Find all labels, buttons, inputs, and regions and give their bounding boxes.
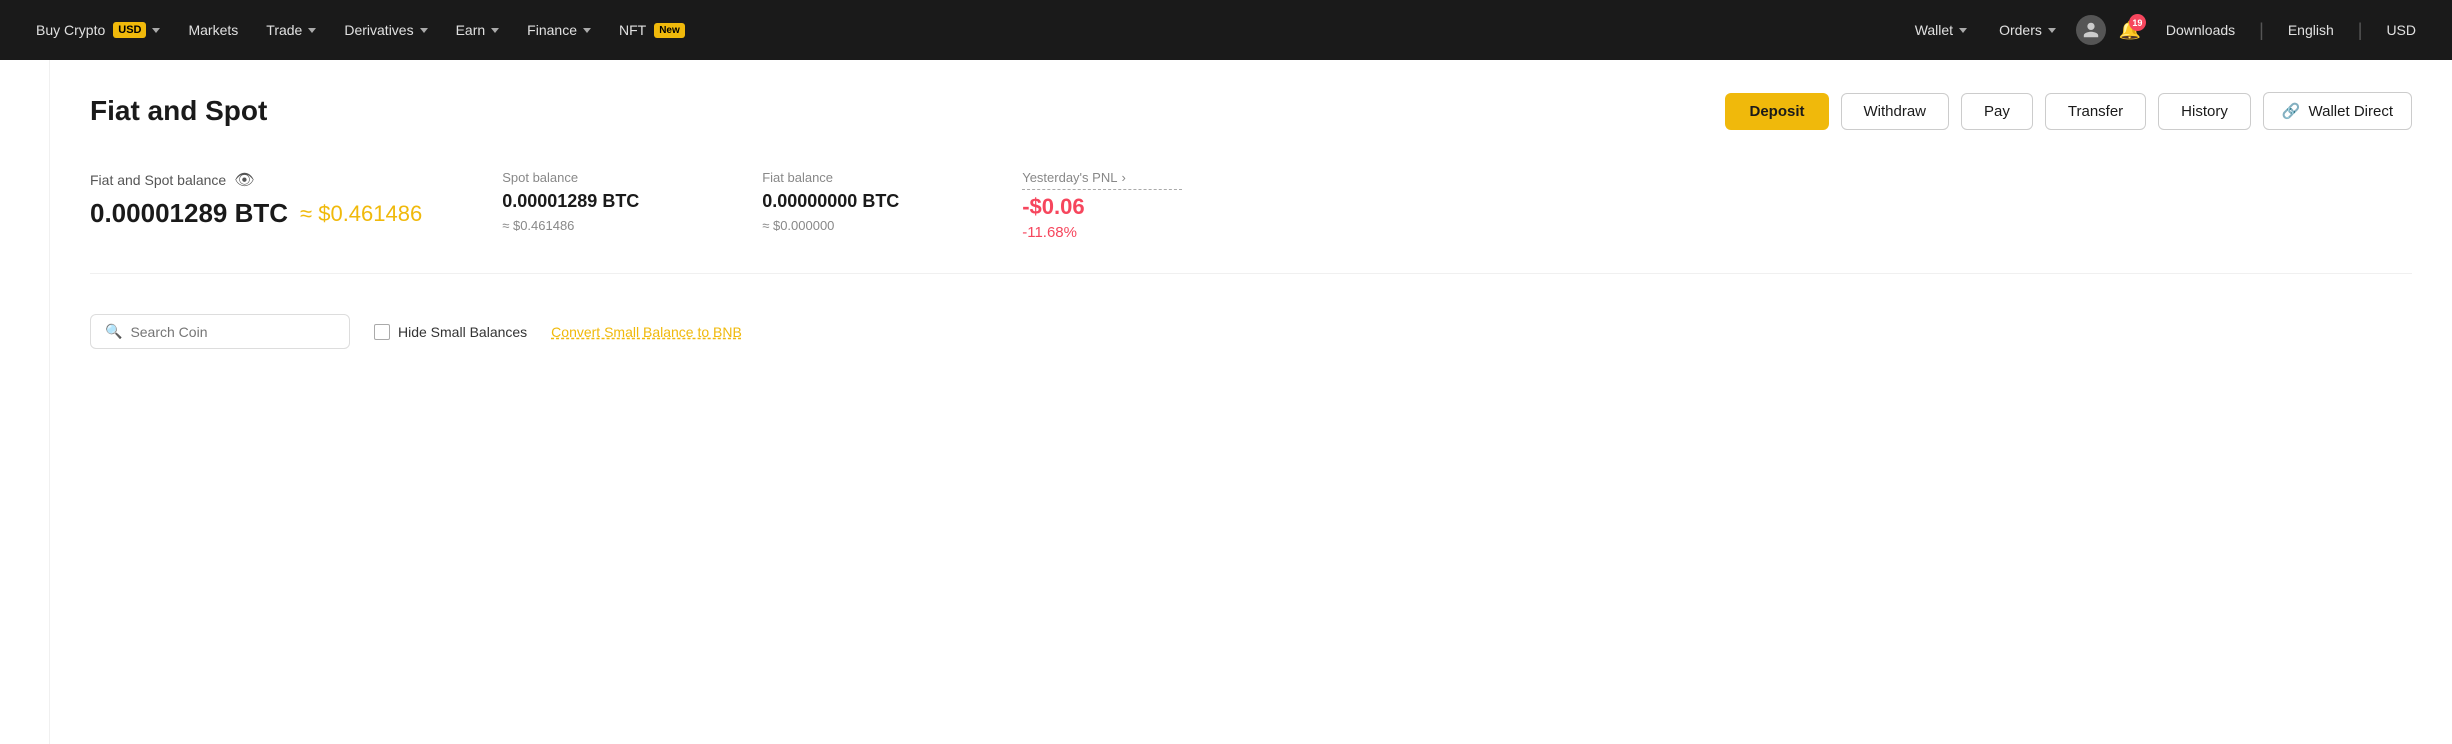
wallet-direct-button[interactable]: 🔗 Wallet Direct xyxy=(2263,92,2412,130)
nav-item-downloads[interactable]: Downloads xyxy=(2154,14,2247,46)
withdraw-button[interactable]: Withdraw xyxy=(1841,93,1950,130)
earn-chevron-icon xyxy=(491,28,499,33)
nav-left: Buy Crypto USD Markets Trade Derivatives… xyxy=(24,14,1903,46)
pnl-percent: -11.68% xyxy=(1022,224,1182,241)
user-avatar[interactable] xyxy=(2076,15,2106,45)
pnl-value: -$0.06 xyxy=(1022,194,1182,220)
content-wrap: Fiat and Spot Deposit Withdraw Pay Trans… xyxy=(0,60,2452,744)
nav-label-trade: Trade xyxy=(266,22,302,38)
nav-label-buy-crypto: Buy Crypto xyxy=(36,22,105,38)
main-content: Fiat and Spot Deposit Withdraw Pay Trans… xyxy=(50,60,2452,744)
wallet-direct-label: Wallet Direct xyxy=(2309,103,2393,120)
search-icon: 🔍 xyxy=(105,323,122,340)
nav-item-derivatives[interactable]: Derivatives xyxy=(332,14,439,46)
balance-amount: 0.00001289 BTC ≈ $0.461486 xyxy=(90,198,422,229)
balance-usd: ≈ $0.461486 xyxy=(300,201,422,227)
buy-crypto-chevron-icon xyxy=(152,28,160,33)
pnl-section: Yesterday's PNL › -$0.06 -11.68% xyxy=(1022,170,1182,241)
nav-divider: | xyxy=(2255,20,2268,41)
nav-label-earn: Earn xyxy=(456,22,486,38)
balance-section: Fiat and Spot balance 👁 0.00001289 BTC ≈… xyxy=(90,170,2412,274)
hide-small-balances[interactable]: Hide Small Balances xyxy=(374,324,527,340)
derivatives-chevron-icon xyxy=(420,28,428,33)
history-button[interactable]: History xyxy=(2158,93,2251,130)
balance-label-text: Fiat and Spot balance xyxy=(90,172,226,188)
nav-item-language[interactable]: English xyxy=(2276,14,2346,46)
notification-bell[interactable]: 🔔 19 xyxy=(2114,14,2146,46)
wallet-chevron-icon xyxy=(1959,28,1967,33)
action-buttons: Deposit Withdraw Pay Transfer History 🔗 … xyxy=(1725,92,2412,130)
usd-badge: USD xyxy=(113,22,146,38)
language-label: English xyxy=(2288,22,2334,38)
hide-small-checkbox[interactable] xyxy=(374,324,390,340)
total-balance: Fiat and Spot balance 👁 0.00001289 BTC ≈… xyxy=(90,170,422,229)
wallet-direct-icon: 🔗 xyxy=(2282,102,2301,120)
balance-cards: Spot balance 0.00001289 BTC ≈ $0.461486 … xyxy=(502,170,2412,241)
notification-count: 19 xyxy=(2129,14,2146,31)
convert-bnb-link[interactable]: Convert Small Balance to BNB xyxy=(551,324,742,340)
page-title: Fiat and Spot xyxy=(90,95,267,127)
pay-button[interactable]: Pay xyxy=(1961,93,2033,130)
fiat-btc: 0.00000000 BTC xyxy=(762,191,962,212)
pnl-label-text: Yesterday's PNL xyxy=(1022,170,1117,185)
orders-chevron-icon xyxy=(2048,28,2056,33)
balance-label: Fiat and Spot balance 👁 xyxy=(90,170,422,190)
transfer-button[interactable]: Transfer xyxy=(2045,93,2146,130)
nav-right: Wallet Orders 🔔 19 Downloads | English |… xyxy=(1903,14,2428,46)
fiat-label: Fiat balance xyxy=(762,170,962,185)
navbar: Buy Crypto USD Markets Trade Derivatives… xyxy=(0,0,2452,60)
nav-item-trade[interactable]: Trade xyxy=(254,14,328,46)
page-header: Fiat and Spot Deposit Withdraw Pay Trans… xyxy=(90,92,2412,130)
nav-item-orders[interactable]: Orders xyxy=(1987,14,2068,46)
toggle-balance-icon[interactable]: 👁 xyxy=(234,170,254,190)
spot-btc: 0.00001289 BTC xyxy=(502,191,702,212)
sidebar xyxy=(0,60,50,744)
deposit-button[interactable]: Deposit xyxy=(1725,93,1828,130)
nav-label-derivatives: Derivatives xyxy=(344,22,413,38)
balance-btc: 0.00001289 BTC xyxy=(90,198,288,229)
new-badge: New xyxy=(654,23,685,38)
nav-item-markets[interactable]: Markets xyxy=(176,14,250,46)
search-box: 🔍 xyxy=(90,314,350,349)
nav-divider-2: | xyxy=(2354,20,2367,41)
nav-item-nft[interactable]: NFT New xyxy=(607,14,697,46)
hide-small-label: Hide Small Balances xyxy=(398,324,527,340)
nav-label-finance: Finance xyxy=(527,22,577,38)
nav-item-wallet[interactable]: Wallet xyxy=(1903,14,1979,46)
nav-item-buy-crypto[interactable]: Buy Crypto USD xyxy=(24,14,172,46)
spot-label: Spot balance xyxy=(502,170,702,185)
nav-label-markets: Markets xyxy=(188,22,238,38)
orders-label: Orders xyxy=(1999,22,2042,38)
nav-label-nft: NFT xyxy=(619,22,646,38)
currency-label: USD xyxy=(2386,22,2416,38)
finance-chevron-icon xyxy=(583,28,591,33)
wallet-label: Wallet xyxy=(1915,22,1953,38)
trade-chevron-icon xyxy=(308,28,316,33)
pnl-label: Yesterday's PNL › xyxy=(1022,170,1182,190)
fiat-balance-card: Fiat balance 0.00000000 BTC ≈ $0.000000 xyxy=(762,170,962,241)
search-input[interactable] xyxy=(130,324,335,340)
pnl-arrow-icon[interactable]: › xyxy=(1121,170,1125,185)
filter-row: 🔍 Hide Small Balances Convert Small Bala… xyxy=(90,314,2412,349)
spot-usd: ≈ $0.461486 xyxy=(502,218,702,233)
spot-balance-card: Spot balance 0.00001289 BTC ≈ $0.461486 xyxy=(502,170,702,241)
fiat-usd: ≈ $0.000000 xyxy=(762,218,962,233)
nav-item-finance[interactable]: Finance xyxy=(515,14,603,46)
nav-item-currency[interactable]: USD xyxy=(2374,14,2428,46)
nav-item-earn[interactable]: Earn xyxy=(444,14,512,46)
downloads-label: Downloads xyxy=(2166,22,2235,38)
